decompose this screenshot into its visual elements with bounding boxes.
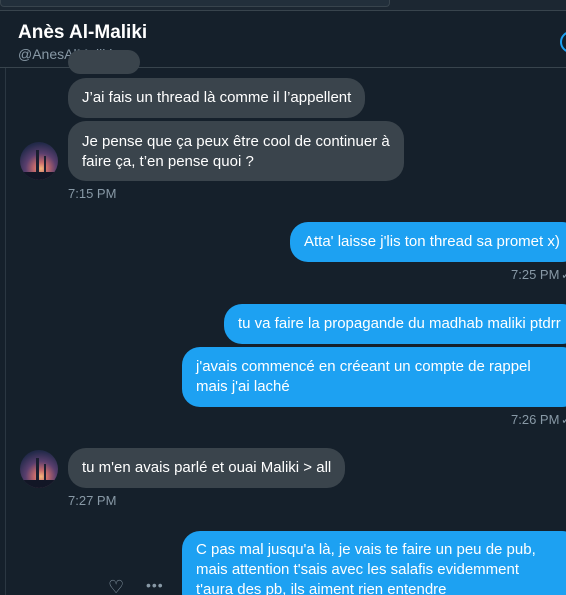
message-text: mais j'ai laché	[196, 378, 290, 395]
dm-window: Anès Al-Maliki @AnesAlMaliki J’ai fais u…	[0, 0, 566, 595]
message-text: tu m'en avais parlé et ouai Maliki > all	[82, 459, 332, 476]
message-timestamp: 7:25 PM	[511, 267, 560, 282]
check-icon: ✓	[561, 268, 566, 282]
info-icon[interactable]	[560, 31, 566, 53]
message-text: tu va faire la propagande du madhab mali…	[238, 315, 561, 332]
message-bubble-partial	[68, 50, 140, 74]
message-text: faire ça, t’en pense quoi ?	[82, 153, 254, 170]
divider	[5, 68, 6, 595]
message-text: j'avais commencé en créeant un compte de…	[196, 358, 531, 375]
message-text: Je pense que ça peux être cool de contin…	[82, 133, 390, 150]
message-text: mais attention t'sais avec les salafis e…	[196, 561, 520, 578]
message-text: C pas mal jusqu'a là, je vais te faire u…	[196, 541, 536, 558]
message-text: Atta' laisse j'lis ton thread sa promet …	[304, 233, 560, 250]
message-bubble[interactable]: Je pense que ça peux être cool de contin…	[68, 121, 404, 181]
message-text: J’ai fais un thread là comme il l’appell…	[82, 89, 352, 106]
message-bubble[interactable]: C pas mal jusqu'a là, je vais te faire u…	[182, 531, 566, 595]
message-timestamp: 7:26 PM	[511, 412, 560, 427]
more-icon[interactable]: •••	[146, 576, 164, 594]
contact-name[interactable]: Anès Al-Maliki	[18, 22, 147, 44]
contact-avatar[interactable]	[20, 450, 58, 488]
message-timestamp: 7:27 PM	[68, 493, 117, 508]
message-bubble[interactable]: Atta' laisse j'lis ton thread sa promet …	[290, 222, 566, 262]
message-bubble[interactable]: tu m'en avais parlé et ouai Maliki > all	[68, 448, 346, 488]
message-bubble[interactable]: tu va faire la propagande du madhab mali…	[224, 304, 566, 344]
check-icon: ✓	[561, 413, 566, 427]
contact-avatar[interactable]	[20, 142, 58, 180]
top-strip	[0, 0, 566, 11]
heart-icon[interactable]: ♡	[108, 578, 124, 595]
message-text: t'aura des pb, ils aiment rien entendre	[196, 581, 447, 595]
message-timestamp: 7:15 PM	[68, 186, 117, 201]
tab-edge	[0, 0, 390, 7]
message-bubble[interactable]: J’ai fais un thread là comme il l’appell…	[68, 78, 366, 118]
message-bubble[interactable]: j'avais commencé en créeant un compte de…	[182, 347, 566, 407]
